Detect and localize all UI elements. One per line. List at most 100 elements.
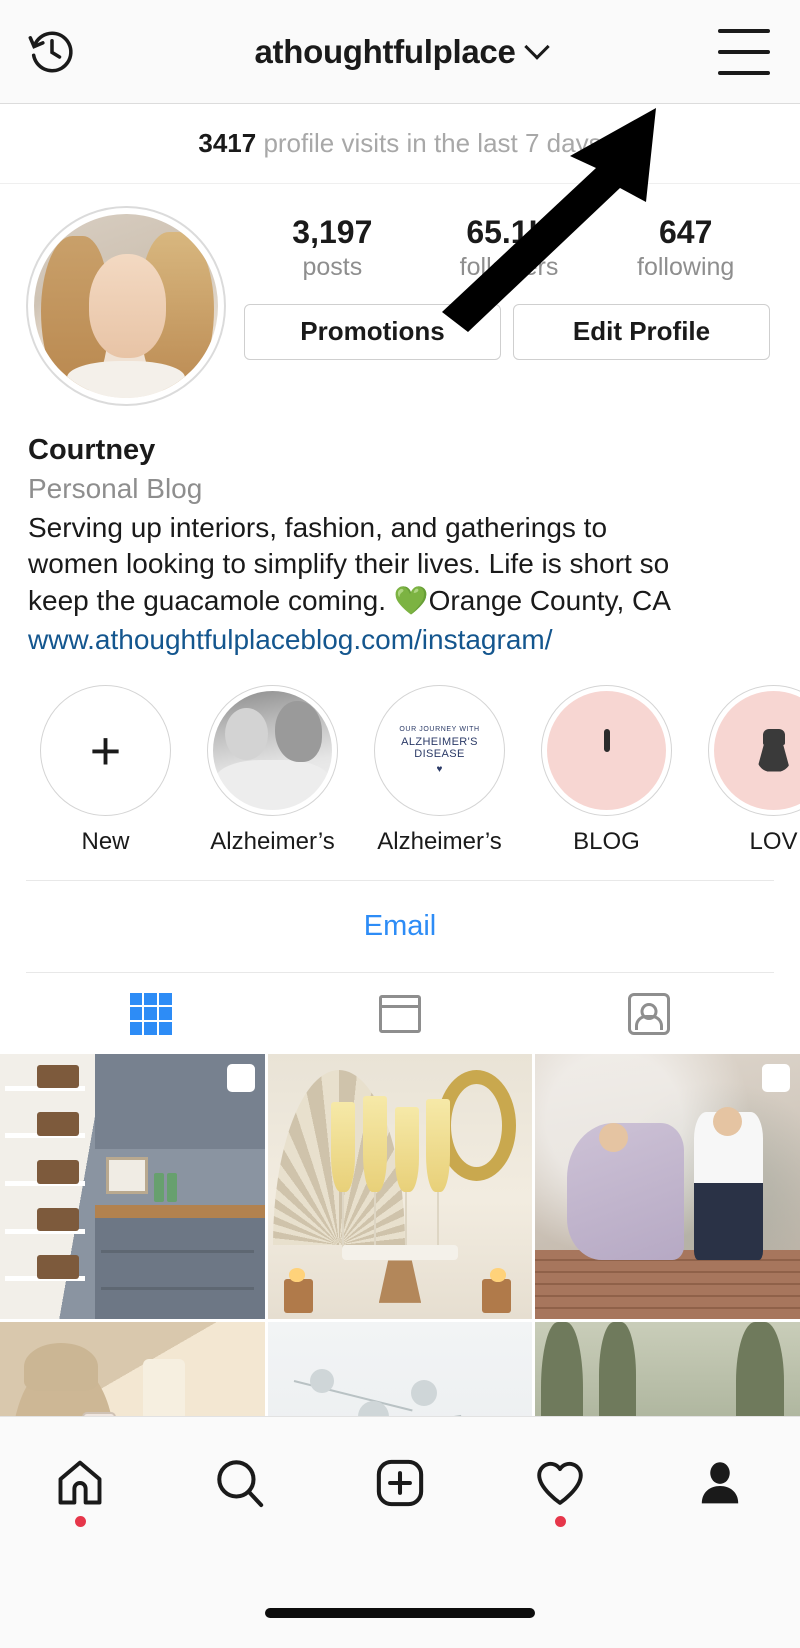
art-detail	[37, 1064, 80, 1089]
plus-square-icon	[373, 1456, 427, 1510]
story-highlights-row[interactable]: + New Alzheimer’s OUR JOURNEY WITH ALZHE…	[0, 659, 800, 856]
email-button[interactable]: Email	[364, 910, 437, 943]
menu-line	[718, 49, 770, 54]
multi-photo-icon	[221, 1059, 255, 1093]
art-detail	[166, 1173, 178, 1203]
stat-label: followers	[459, 252, 559, 281]
stat-followers[interactable]: 65.1K followers	[421, 214, 598, 282]
art-detail	[153, 1173, 165, 1203]
promotions-button[interactable]: Promotions	[244, 303, 501, 360]
account-category: Personal Blog	[28, 473, 203, 505]
art-detail	[535, 1249, 800, 1319]
search-icon	[213, 1456, 267, 1510]
clock-history-icon[interactable]	[26, 26, 78, 78]
avatar-detail	[89, 254, 167, 358]
nav-add[interactable]	[320, 1417, 480, 1567]
highlight-label: New	[81, 828, 130, 856]
highlight-label: LOV	[749, 828, 798, 856]
tab-grid[interactable]	[26, 973, 275, 1054]
highlight-love[interactable]: LOV	[690, 685, 800, 856]
highlight-label: Alzheimer’s	[377, 828, 502, 856]
post-image	[535, 1054, 800, 1319]
art-detail	[482, 1279, 512, 1314]
art-detail	[310, 1369, 334, 1394]
avatar[interactable]	[26, 206, 226, 406]
art-detail	[394, 1106, 419, 1192]
stats-and-actions: 3,197 posts 65.1K followers 647 followin…	[226, 206, 774, 360]
website-link[interactable]: www.athoughtfulplaceblog.com/instagram/	[28, 621, 772, 659]
stat-value: 3,197	[292, 214, 373, 250]
art-detail	[142, 1358, 186, 1417]
nav-profile[interactable]	[640, 1417, 800, 1567]
tab-feed[interactable]	[275, 973, 524, 1054]
nav-search[interactable]	[160, 1417, 320, 1567]
highlight-cover: +	[46, 691, 165, 811]
art-detail	[712, 1106, 742, 1137]
green-heart-icon: 💚	[393, 584, 429, 616]
username-dropdown[interactable]: athoughtfulplace	[254, 33, 550, 71]
highlight-label: BLOG	[573, 828, 640, 856]
cover-line-1: OUR JOURNEY WITH	[399, 725, 480, 733]
grid-icon	[129, 992, 172, 1035]
highlight-ring	[708, 685, 800, 817]
art-detail	[37, 1112, 80, 1137]
art-detail	[378, 1260, 422, 1303]
plus-icon: +	[89, 720, 122, 781]
art-detail	[490, 1268, 506, 1282]
stat-value: 65.1K	[466, 214, 552, 250]
profile-visits-banner[interactable]: 3417 profile visits in the last 7 days	[0, 104, 800, 184]
highlight-blog[interactable]: BLOG	[523, 685, 690, 856]
home-indicator	[265, 1608, 535, 1618]
profile-header: 3,197 posts 65.1K followers 647 followin…	[0, 184, 800, 406]
bio-line: Serving up interiors, fashion, and gathe…	[28, 512, 608, 544]
highlight-new[interactable]: + New	[22, 685, 189, 856]
bottom-navigation-bar	[0, 1416, 800, 1648]
art-detail	[598, 1122, 628, 1152]
edit-profile-button[interactable]: Edit Profile	[513, 303, 770, 360]
art-detail	[331, 1101, 355, 1192]
stat-following[interactable]: 647 following	[597, 214, 774, 282]
text-cover: OUR JOURNEY WITH ALZHEIMER'S DISEASE ♥	[380, 726, 499, 776]
bio-section: Courtney Personal Blog Serving up interi…	[0, 406, 800, 659]
art-detail	[95, 1204, 265, 1219]
profile-action-buttons: Promotions Edit Profile	[244, 303, 774, 360]
nav-activity[interactable]	[480, 1417, 640, 1567]
nav-home[interactable]	[0, 1417, 160, 1567]
highlight-alzheimers-text[interactable]: OUR JOURNEY WITH ALZHEIMER'S DISEASE ♥ A…	[356, 685, 523, 856]
chevron-down-icon[interactable]	[523, 33, 550, 60]
art-detail	[410, 1379, 438, 1407]
highlight-cover	[213, 691, 332, 811]
stat-posts[interactable]: 3,197 posts	[244, 214, 421, 282]
cover-line-2: ALZHEIMER'S DISEASE	[401, 735, 478, 761]
menu-line	[718, 28, 770, 33]
highlight-ring	[207, 685, 338, 817]
dress-detail	[756, 741, 791, 772]
tab-tagged[interactable]	[525, 973, 774, 1054]
stat-label: posts	[302, 252, 363, 281]
top-navigation-bar: athoughtfulplace	[0, 0, 800, 104]
post-couple[interactable]	[535, 1054, 800, 1319]
hamburger-menu-icon[interactable]	[718, 28, 770, 75]
bio-location: Orange County, CA	[428, 584, 671, 616]
avatar-detail	[67, 361, 185, 398]
art-detail	[426, 1099, 451, 1192]
bio-text: Serving up interiors, fashion, and gathe…	[28, 510, 772, 619]
highlight-alzheimers-photo[interactable]: Alzheimer’s	[189, 685, 356, 856]
art-detail	[100, 1286, 255, 1290]
laptop-screen	[603, 728, 610, 752]
art-detail	[437, 1191, 440, 1250]
art-detail	[37, 1207, 80, 1232]
highlight-ring: +	[40, 685, 171, 817]
art-detail	[100, 1249, 255, 1253]
post-champagne[interactable]	[267, 1054, 533, 1319]
art-detail	[362, 1096, 387, 1192]
post-pantry[interactable]	[0, 1054, 265, 1319]
art-detail	[37, 1255, 80, 1279]
highlight-cover: OUR JOURNEY WITH ALZHEIMER'S DISEASE ♥	[380, 691, 499, 811]
art-detail	[405, 1191, 408, 1250]
highlight-cover	[714, 691, 800, 811]
dress-icon	[756, 728, 791, 773]
highlight-label: Alzheimer’s	[210, 828, 335, 856]
art-detail	[283, 1279, 313, 1314]
art-detail	[288, 1268, 305, 1282]
